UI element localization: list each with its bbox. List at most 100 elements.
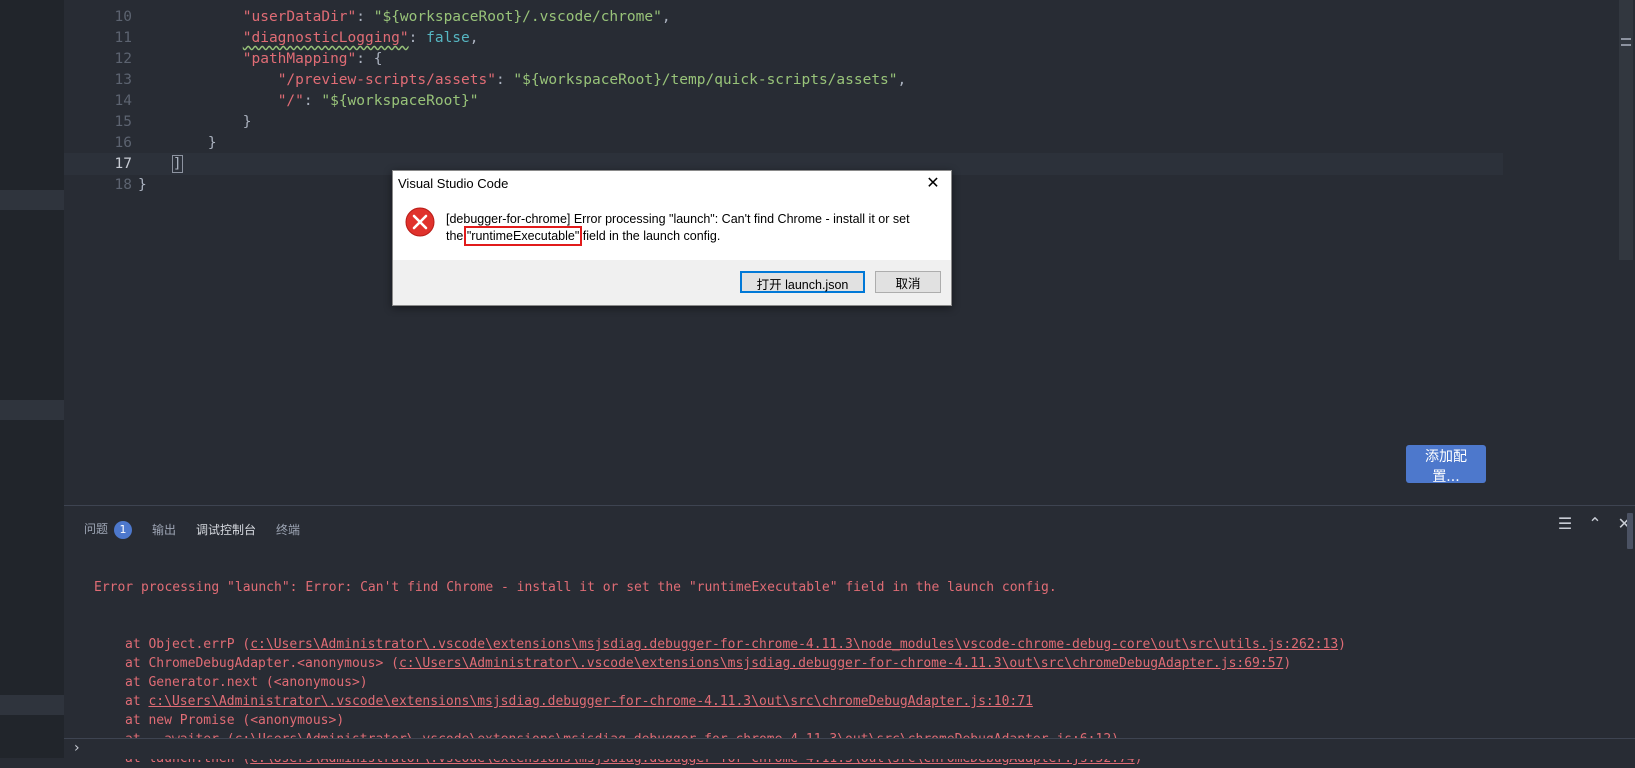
stack-trace-line: at new Promise (<anonymous>)	[94, 711, 1346, 730]
debug-console-input[interactable]: ›	[64, 738, 1635, 759]
code-token: ,	[661, 9, 671, 25]
code-token: "${workspaceRoot}/temp/quick-scripts/ass…	[513, 72, 898, 88]
open-launch-json-button[interactable]: 打开 launch.json	[740, 271, 865, 293]
code-text: "diagnosticLogging": false,	[138, 27, 479, 49]
code-token: ,	[897, 72, 907, 88]
code-line[interactable]: 13 "/preview-scripts/assets": "${workspa…	[64, 69, 1613, 91]
code-token: "pathMapping"	[242, 51, 357, 67]
error-icon	[405, 207, 435, 237]
stack-frame-text-end: )	[1338, 637, 1346, 652]
maximize-panel-icon[interactable]: ⌃	[1588, 514, 1601, 533]
code-token: "/"	[277, 93, 304, 109]
code-token: false	[426, 30, 470, 46]
stack-frame-text-end: )	[1283, 656, 1292, 671]
code-token: ]	[171, 155, 183, 173]
code-token: : {	[356, 51, 383, 67]
panel-scrollbar[interactable]	[1625, 505, 1635, 555]
dialog-footer: 打开 launch.json 取消	[393, 260, 951, 305]
code-line[interactable]: 12 "pathMapping": {	[64, 48, 1613, 70]
code-token: :	[408, 30, 427, 46]
error-dialog: Visual Studio Code ✕ [debugger-for-chrom…	[392, 170, 952, 306]
sidebar-highlight	[0, 695, 64, 715]
tab-terminal[interactable]: 终端	[276, 521, 300, 538]
code-line[interactable]: 16 }	[64, 132, 1613, 154]
stack-frame-text: at new Promise (<anonymous>)	[125, 713, 345, 728]
source-file-link[interactable]: c:\Users\Administrator\.vscode\extension…	[250, 637, 1338, 652]
editor-scrollbar[interactable]	[1613, 0, 1635, 505]
code-token: "/preview-scripts/assets"	[277, 72, 496, 88]
source-file-link[interactable]: c:\Users\Administrator\.vscode\extension…	[148, 694, 1032, 709]
stack-trace-line: at Object.errP (c:\Users\Administrator\.…	[94, 635, 1346, 654]
stack-frame-text: at ChromeDebugAdapter.<anonymous> (	[125, 656, 399, 671]
tab-problems[interactable]: 问题 1	[84, 520, 133, 539]
code-token: :	[356, 9, 374, 25]
overview-ruler-mark	[1621, 38, 1631, 40]
runtime-executable-highlight: "runtimeExecutable"	[463, 226, 583, 246]
debug-console-output: Error processing "launch": Error: Can't …	[94, 540, 1346, 768]
line-number: 15	[114, 114, 132, 130]
code-text: }	[138, 174, 147, 196]
code-text: }	[138, 111, 252, 133]
line-number: 12	[114, 51, 132, 67]
code-text: ]	[138, 153, 183, 175]
panel-tabs: 问题 1 输出 调试控制台 终端	[84, 516, 300, 542]
line-number: 14	[114, 93, 132, 109]
stack-frame-text: at Generator.next (<anonymous>)	[125, 675, 368, 690]
code-text: "/": "${workspaceRoot}"	[138, 90, 479, 112]
line-number: 18	[114, 177, 132, 193]
panel-scrollbar-thumb[interactable]	[1627, 513, 1633, 549]
code-line[interactable]: 15 }	[64, 111, 1613, 133]
close-icon[interactable]: ✕	[921, 173, 945, 195]
line-number: 13	[114, 72, 132, 88]
code-token: :	[495, 72, 514, 88]
error-message: Error processing "launch": Error: Can't …	[94, 580, 1057, 595]
chevron-right-icon: ›	[74, 740, 80, 756]
code-token: "userDataDir"	[242, 9, 357, 25]
line-number: 10	[114, 9, 132, 25]
cancel-button[interactable]: 取消	[875, 271, 941, 293]
code-token: }	[242, 114, 252, 130]
code-line[interactable]: 11 "diagnosticLogging": false,	[64, 27, 1613, 49]
code-token: :	[303, 93, 322, 109]
tab-debug-console[interactable]: 调试控制台	[196, 521, 256, 538]
code-token: "${workspaceRoot}"	[321, 93, 479, 109]
stack-trace-line: at c:\Users\Administrator\.vscode\extens…	[94, 692, 1346, 711]
code-line[interactable]: 10 "userDataDir": "${workspaceRoot}/.vsc…	[64, 6, 1613, 28]
code-token: }	[138, 177, 147, 193]
overview-ruler-mark	[1621, 44, 1631, 46]
bottom-panel: 问题 1 输出 调试控制台 终端 ☰ ⌃ ✕ Error processing "…	[64, 505, 1635, 766]
tab-output[interactable]: 输出	[152, 521, 176, 538]
stack-trace-line: at ChromeDebugAdapter.<anonymous> (c:\Us…	[94, 654, 1346, 673]
line-number: 11	[114, 30, 132, 46]
dialog-message-text-end: field in the launch config.	[579, 229, 721, 243]
panel-actions: ☰ ⌃ ✕	[1558, 514, 1631, 533]
code-token: ,	[469, 30, 479, 46]
source-file-link[interactable]: c:\Users\Administrator\.vscode\extension…	[399, 656, 1283, 671]
line-number: 16	[114, 135, 132, 151]
code-text: "pathMapping": {	[138, 48, 383, 70]
stack-frame-text: at Object.errP (	[125, 637, 251, 652]
add-configuration-button[interactable]: 添加配置...	[1406, 445, 1486, 485]
dialog-title: Visual Studio Code	[398, 176, 509, 191]
code-line[interactable]: 14 "/": "${workspaceRoot}"	[64, 90, 1613, 112]
sidebar-highlight	[0, 190, 64, 210]
tab-problems-label: 问题	[84, 521, 109, 536]
stack-frame-text: at	[125, 694, 149, 709]
code-token: "diagnosticLogging"	[242, 30, 409, 46]
line-number: 17	[114, 156, 132, 172]
sidebar-highlight	[0, 400, 64, 420]
dialog-message: [debugger-for-chrome] Error processing "…	[446, 211, 926, 246]
code-token: }	[207, 135, 217, 151]
code-token: "${workspaceRoot}/.vscode/chrome"	[373, 9, 662, 25]
clear-console-icon[interactable]: ☰	[1558, 514, 1572, 533]
code-text: }	[138, 132, 217, 154]
code-text: "/preview-scripts/assets": "${workspaceR…	[138, 69, 907, 91]
